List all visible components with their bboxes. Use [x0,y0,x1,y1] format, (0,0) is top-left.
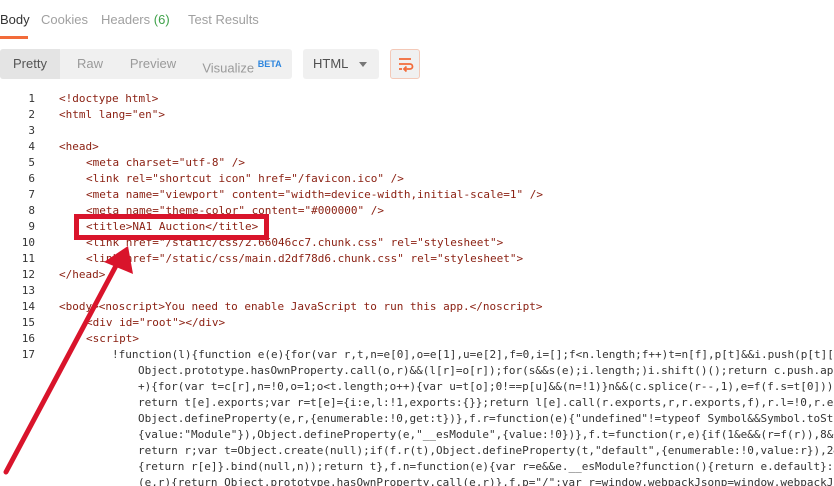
code-line-wrapped: Object.prototype.hasOwnProperty.call(o,r… [138,364,834,377]
line-number: 8 [28,204,35,217]
code-line: <!doctype html> [59,92,159,105]
format-dropdown[interactable]: HTML [303,49,379,79]
code-line-wrapped: (e,r){return Object.prototype.hasOwnProp… [138,476,834,486]
raw-button[interactable]: Raw [60,49,120,79]
tab-headers[interactable]: Headers (6) [101,12,170,27]
wrap-lines-icon [399,58,414,73]
visualize-button[interactable]: Visualize BETA [192,49,292,79]
line-number: 2 [28,108,35,121]
view-mode-selector: Pretty Raw Preview Visualize BETA [0,49,292,79]
code-line: <html lang="en"> [59,108,165,121]
code-line: !function(l){function e(e){for(var r,t,n… [112,348,834,361]
code-line: <head> [59,140,99,153]
code-line-wrapped: return t[e].exports;var r=t[e]={i:e,l:!1… [138,396,834,409]
line-number: 4 [28,140,35,153]
code-line-wrapped: {value:"Module"}),Object.defineProperty(… [138,428,834,441]
line-number: 5 [28,156,35,169]
pretty-button[interactable]: Pretty [0,49,60,79]
headers-count-badge: (6) [153,12,170,27]
response-toolbar: Pretty Raw Preview Visualize BETA HTML [0,39,834,91]
chevron-down-icon [359,62,367,67]
wrap-lines-button[interactable] [390,49,420,79]
response-tabs: Body Cookies Headers (6) Test Results [0,0,834,40]
code-line-wrapped: Object.defineProperty(e,r,{enumerable:!0… [138,412,834,425]
annotation-arrow-icon [3,246,133,475]
code-line-wrapped: {return r[e]}.bind(null,n));return t},f.… [138,460,834,473]
code-line: <meta name="viewport" content="width=dev… [86,188,543,201]
tab-test-results[interactable]: Test Results [188,12,259,27]
code-line-wrapped: return r;var t=Object.create(null);if(f.… [138,444,834,457]
line-number: 1 [28,92,35,105]
visualize-label: Visualize [202,60,255,76]
format-label: HTML [313,56,349,71]
preview-button[interactable]: Preview [120,49,186,79]
line-number: 7 [28,188,35,201]
code-line: <link rel="shortcut icon" href="/favicon… [86,172,404,185]
title-highlight-box [74,214,269,240]
line-number: 9 [28,220,35,233]
tab-cookies[interactable]: Cookies [41,12,88,27]
line-number: 3 [28,124,35,137]
code-line-wrapped: +){for(var t=c[r],n=!0,o=1;o<t.length;o+… [138,380,834,393]
tab-headers-label: Headers [101,12,151,27]
tab-body[interactable]: Body [0,12,30,27]
code-line: <link href="/static/css/main.d2df78d6.ch… [86,252,524,265]
line-number: 6 [28,172,35,185]
beta-badge: BETA [257,59,282,69]
code-line: <meta charset="utf-8" /> [86,156,245,169]
